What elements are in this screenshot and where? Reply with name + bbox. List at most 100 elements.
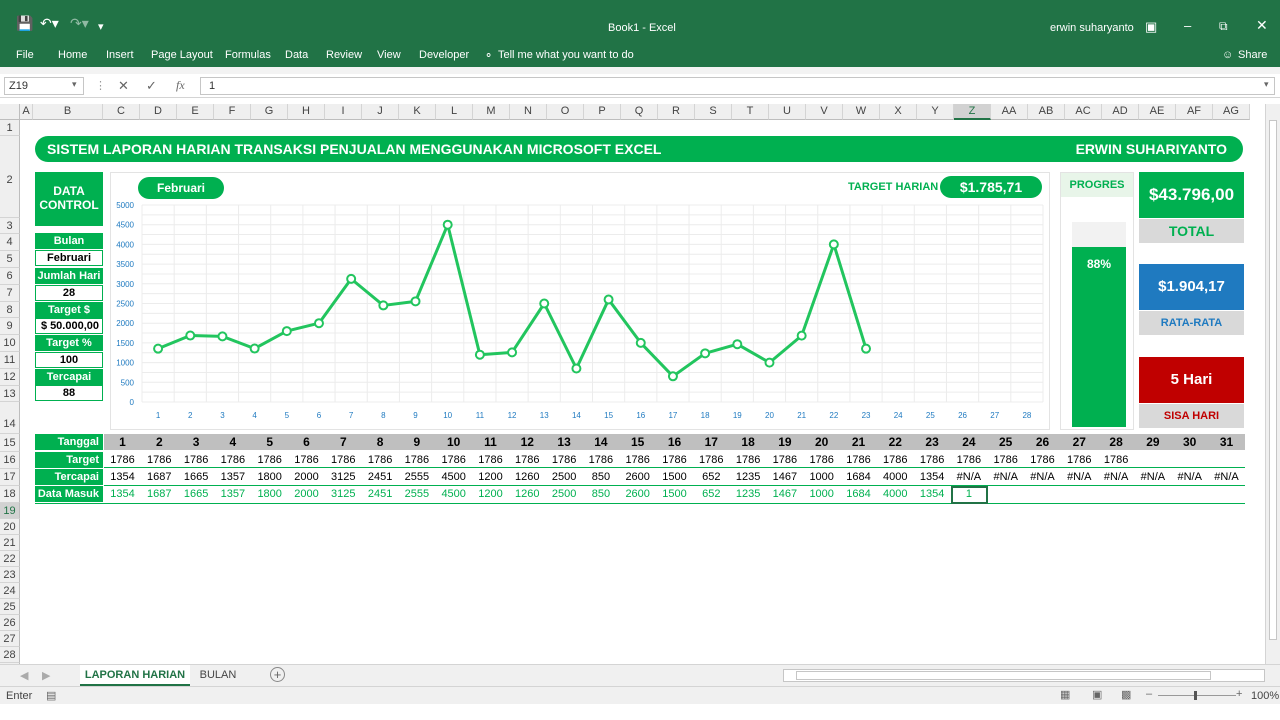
table-cell-target[interactable]: 1786 [251, 452, 288, 468]
target-value[interactable]: $50.000,00 [35, 318, 103, 334]
table-cell-days[interactable]: 24 [950, 434, 987, 450]
table-cell-masuk[interactable] [987, 486, 1024, 502]
table-cell-target[interactable]: 1786 [950, 452, 987, 468]
row-header-28[interactable]: 28 [0, 647, 20, 663]
column-header-b[interactable]: B [33, 104, 103, 120]
table-cell-tercapai[interactable]: 2000 [288, 469, 325, 485]
table-cell-masuk[interactable]: 1260 [509, 486, 546, 502]
table-cell-masuk[interactable]: 1800 [251, 486, 288, 502]
table-cell-days[interactable]: 14 [582, 434, 619, 450]
tab-data[interactable]: Data [285, 49, 308, 61]
row-header-23[interactable]: 23 [0, 567, 20, 583]
column-header-ab[interactable]: AB [1028, 104, 1065, 120]
macro-record-icon[interactable]: ▤ [46, 689, 56, 702]
row-header-21[interactable]: 21 [0, 535, 20, 551]
table-cell-masuk[interactable]: 850 [582, 486, 619, 502]
column-header-h[interactable]: H [288, 104, 325, 120]
column-header-t[interactable]: T [732, 104, 769, 120]
table-cell-tercapai[interactable]: #N/A [987, 469, 1024, 485]
table-cell-tercapai[interactable]: 2555 [398, 469, 435, 485]
row-header-10[interactable]: 10 [0, 335, 20, 352]
row-header-20[interactable]: 20 [0, 519, 20, 535]
row-header-17[interactable]: 17 [0, 469, 20, 486]
table-cell-days[interactable]: 28 [1098, 434, 1135, 450]
table-cell-masuk[interactable]: 4000 [877, 486, 914, 502]
table-cell-masuk[interactable]: 4500 [435, 486, 472, 502]
table-cell-tercapai[interactable]: #N/A [1171, 469, 1208, 485]
table-cell-masuk[interactable]: 3125 [325, 486, 362, 502]
column-header-n[interactable]: N [510, 104, 547, 120]
zoom-slider[interactable] [1158, 695, 1236, 696]
column-header-a[interactable]: A [20, 104, 33, 120]
insert-function-icon[interactable]: fx [176, 78, 185, 93]
table-cell-masuk[interactable]: 1354 [104, 486, 141, 502]
save-icon[interactable]: 💾 [16, 15, 33, 32]
table-cell-days[interactable]: 22 [877, 434, 914, 450]
row-header-11[interactable]: 11 [0, 352, 20, 369]
row-header-6[interactable]: 6 [0, 268, 20, 285]
zoom-out-icon[interactable]: – [1146, 688, 1152, 700]
table-cell-target[interactable]: 1786 [582, 452, 619, 468]
row-header-19[interactable]: 19 [0, 503, 20, 519]
active-cell[interactable] [951, 486, 988, 504]
cancel-icon[interactable]: ✕ [118, 78, 129, 94]
tab-view[interactable]: View [377, 49, 401, 61]
table-cell-days[interactable]: 21 [840, 434, 877, 450]
vertical-scrollbar[interactable] [1265, 104, 1280, 664]
table-cell-target[interactable]: 1786 [288, 452, 325, 468]
table-cell-tercapai[interactable]: 1260 [509, 469, 546, 485]
table-cell-days[interactable]: 5 [251, 434, 288, 450]
enter-icon[interactable]: ✓ [146, 78, 157, 94]
table-cell-masuk[interactable]: 1354 [914, 486, 951, 502]
row-header-16[interactable]: 16 [0, 452, 20, 469]
table-cell-masuk[interactable] [1098, 486, 1135, 502]
table-cell-tercapai[interactable]: 1354 [914, 469, 951, 485]
row-header-9[interactable]: 9 [0, 318, 20, 335]
table-cell-target[interactable] [1171, 452, 1208, 468]
table-cell-target[interactable]: 1786 [693, 452, 730, 468]
tab-home[interactable]: Home [58, 49, 87, 61]
table-cell-target[interactable]: 1786 [914, 452, 951, 468]
table-cell-days[interactable]: 29 [1134, 434, 1171, 450]
column-header-ac[interactable]: AC [1065, 104, 1102, 120]
row-header-26[interactable]: 26 [0, 615, 20, 631]
expand-formula-icon[interactable]: ▾ [1264, 79, 1269, 90]
table-cell-days[interactable]: 6 [288, 434, 325, 450]
column-header-aa[interactable]: AA [991, 104, 1028, 120]
table-cell-target[interactable]: 1786 [730, 452, 767, 468]
sheet-tab-laporan[interactable]: LAPORAN HARIAN [80, 665, 190, 686]
table-cell-target[interactable]: 1786 [435, 452, 472, 468]
column-header-q[interactable]: Q [621, 104, 658, 120]
row-header-2[interactable]: 2 [0, 136, 20, 218]
table-cell-days[interactable]: 3 [178, 434, 215, 450]
table-cell-masuk[interactable]: 1235 [730, 486, 767, 502]
normal-view-icon[interactable]: ▦ [1060, 688, 1070, 701]
table-cell-tercapai[interactable]: 4500 [435, 469, 472, 485]
column-header-v[interactable]: V [806, 104, 843, 120]
table-cell-days[interactable]: 13 [546, 434, 583, 450]
table-cell-days[interactable]: 10 [435, 434, 472, 450]
undo-icon[interactable]: ↶▾ [40, 15, 59, 32]
column-header-x[interactable]: X [880, 104, 917, 120]
table-cell-tercapai[interactable]: #N/A [1098, 469, 1135, 485]
table-cell-masuk[interactable]: 1687 [141, 486, 178, 502]
row-header-22[interactable]: 22 [0, 551, 20, 567]
table-cell-target[interactable]: 1786 [1061, 452, 1098, 468]
table-cell-target[interactable]: 1786 [1098, 452, 1135, 468]
horizontal-scroll-thumb[interactable] [796, 671, 1211, 680]
table-cell-tercapai[interactable]: 3125 [325, 469, 362, 485]
table-cell-target[interactable]: 1786 [472, 452, 509, 468]
column-header-p[interactable]: P [584, 104, 621, 120]
table-cell-target[interactable]: 1786 [214, 452, 251, 468]
table-cell-tercapai[interactable]: 1800 [251, 469, 288, 485]
column-header-i[interactable]: I [325, 104, 362, 120]
table-cell-masuk[interactable]: 652 [693, 486, 730, 502]
row-header-8[interactable]: 8 [0, 302, 20, 318]
table-cell-tercapai[interactable]: 2600 [619, 469, 656, 485]
ribbon-display-icon[interactable]: ▣ [1145, 19, 1157, 35]
table-cell-tercapai[interactable]: 1354 [104, 469, 141, 485]
table-cell-target[interactable] [1208, 452, 1245, 468]
name-box-dropdown-icon[interactable]: ▾ [72, 79, 77, 90]
row-header-24[interactable]: 24 [0, 583, 20, 599]
table-cell-tercapai[interactable]: 1200 [472, 469, 509, 485]
